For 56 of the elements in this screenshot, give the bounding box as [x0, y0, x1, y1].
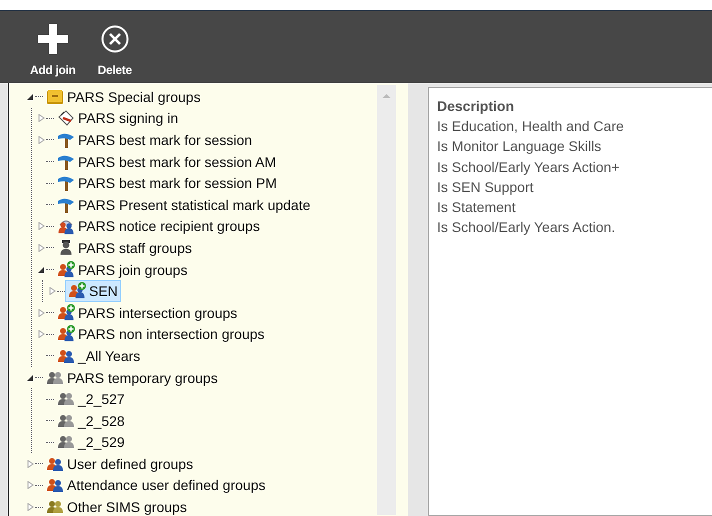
tree-item[interactable]: _2_527	[54, 388, 128, 410]
tree-item[interactable]: PARS signing in	[54, 107, 182, 130]
description-item: Is School/Early Years Action.	[437, 218, 616, 238]
tree-item[interactable]: PARS best mark for session PM	[54, 172, 280, 194]
collapse-arrow-icon[interactable]	[27, 374, 34, 382]
plus-icon	[38, 24, 68, 54]
tree-item[interactable]: SEN	[65, 280, 121, 302]
tree-item[interactable]: PARS temporary groups	[43, 366, 221, 389]
tree-item[interactable]: PARS staff groups	[54, 236, 195, 259]
expand-arrow-icon[interactable]	[38, 222, 45, 230]
tree-item[interactable]: Other SIMS groups	[43, 496, 190, 516]
collapse-arrow-icon[interactable]	[38, 266, 45, 274]
expand-arrow-icon[interactable]	[38, 308, 45, 317]
expand-arrow-icon[interactable]	[38, 244, 45, 252]
delete-button[interactable]: Delete	[96, 11, 134, 83]
people-add-icon	[68, 282, 86, 300]
expand-arrow-icon[interactable]	[38, 136, 45, 144]
signpost-icon	[57, 174, 75, 192]
tree-item[interactable]: PARS intersection groups	[54, 302, 240, 324]
add-join-button[interactable]: Add join	[28, 11, 78, 83]
description-item: Is SEN Support	[437, 178, 534, 197]
tree-item[interactable]: _2_528	[54, 410, 128, 432]
signpost-icon	[57, 130, 75, 149]
tree-item[interactable]: PARS best mark for session	[54, 128, 256, 151]
expand-arrow-icon[interactable]	[27, 460, 34, 468]
tree-item[interactable]: PARS join groups	[54, 258, 190, 281]
people-add-icon	[57, 325, 75, 344]
column-heading: Description	[437, 97, 516, 116]
expand-arrow-icon[interactable]	[27, 481, 34, 490]
tree-item[interactable]: PARS Present statistical mark update	[54, 194, 314, 216]
description-item: Is School/Early Years Action+	[437, 158, 620, 177]
expand-arrow-icon[interactable]	[38, 330, 45, 338]
description-item: Is Monitor Language Skills	[437, 137, 602, 156]
pen-icon	[57, 109, 75, 128]
tree-item[interactable]: Attendance user defined groups	[43, 474, 268, 496]
signpost-icon	[57, 152, 75, 171]
tree-item[interactable]: PARS best mark for session AM	[54, 150, 280, 173]
expand-arrow-icon[interactable]	[49, 287, 56, 296]
people-add-icon	[57, 304, 75, 322]
people-add-icon	[57, 260, 75, 279]
people-icon	[46, 476, 64, 494]
expand-arrow-icon[interactable]	[27, 503, 34, 512]
folder-icon	[46, 88, 64, 106]
signpost-icon	[57, 196, 75, 214]
tree-item[interactable]: PARS non intersection groups	[54, 323, 268, 346]
tree-item[interactable]: _All Years	[54, 344, 144, 367]
description-item: Is Statement	[437, 198, 517, 218]
tree-item[interactable]: PARS notice recipient groups	[54, 215, 263, 238]
tree-item[interactable]: User defined groups	[43, 452, 196, 475]
collapse-arrow-icon[interactable]	[27, 92, 34, 101]
tree-item[interactable]: PARS Special groups	[43, 86, 204, 108]
expand-arrow-icon[interactable]	[38, 114, 45, 122]
people-icon	[46, 498, 64, 516]
close-icon	[100, 25, 129, 53]
description-item: Is Education, Health and Care	[437, 117, 625, 136]
tree-item[interactable]: _2_529	[54, 431, 128, 454]
